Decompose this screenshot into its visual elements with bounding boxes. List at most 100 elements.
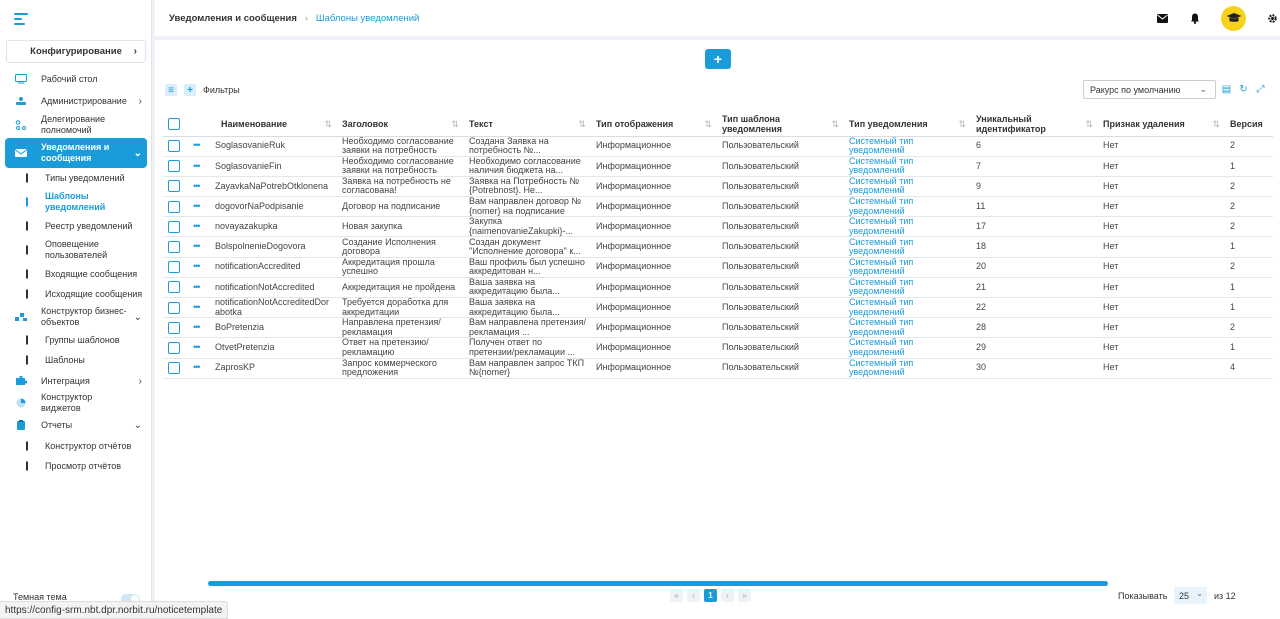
sidebar-item-administration[interactable]: Администрирование › [0,90,152,112]
first-page-button[interactable]: « [670,589,683,602]
more-actions-icon[interactable]: ••• [193,140,201,151]
table-row[interactable]: ••• ZaprosKP Запрос коммерческого предложе… [163,358,1273,379]
column-header-version[interactable]: Версия [1226,112,1273,137]
sort-icon[interactable]: ⇅ [451,119,459,129]
sort-icon[interactable]: ⇅ [704,119,712,129]
notification-type-value[interactable]: Системный тип уведомлений [849,278,968,297]
column-header-display-type[interactable]: Тип отображения ⇅ [592,112,718,137]
row-checkbox[interactable] [168,180,180,193]
sidebar-item-integration[interactable]: Интеграция › [0,370,152,392]
sort-icon[interactable]: ⇅ [1085,119,1093,129]
mail-icon[interactable] [1156,12,1168,24]
page-button-current[interactable]: 1 [704,589,717,602]
column-header-notification-type[interactable]: Тип уведомления ⇅ [845,112,972,137]
table-row[interactable]: ••• BolspolnenieDogovora Создание Исполнен… [163,236,1273,258]
horizontal-scrollbar[interactable] [208,581,1108,586]
last-page-button[interactable]: » [738,589,751,602]
sort-icon[interactable]: ⇅ [1212,119,1220,129]
columns-list-icon[interactable]: ≡ [165,84,177,96]
avatar[interactable] [1221,5,1246,31]
sort-icon[interactable]: ⇅ [578,119,586,129]
bell-icon[interactable] [1189,12,1201,24]
sidebar-item-reports[interactable]: Отчеты ⌄ [0,414,152,436]
sub-item-report-view[interactable]: Просмотр отчётов [0,456,152,476]
notification-type-value[interactable]: Системный тип уведомлений [849,338,968,357]
more-actions-icon[interactable]: ••• [193,241,201,252]
column-header-template-type[interactable]: Тип шаблона уведомления ⇅ [718,112,845,137]
sub-item-notification-types[interactable]: Типы уведомлений [0,168,152,188]
filters-label[interactable]: Фильтры [203,85,240,95]
row-checkbox[interactable] [168,200,180,213]
row-checkbox[interactable] [168,220,180,233]
more-actions-icon[interactable]: ••• [193,362,201,373]
row-checkbox[interactable] [168,362,180,375]
notification-type-value[interactable]: Системный тип уведомлений [849,137,968,156]
notification-type-value[interactable]: Системный тип уведомлений [849,157,968,176]
column-header-deleted[interactable]: Признак удаления ⇅ [1099,112,1226,137]
more-actions-icon[interactable]: ••• [193,201,201,211]
sub-item-notification-templates[interactable]: Шаблоны уведомлений [0,188,152,216]
column-header-name[interactable]: Наименование ⇅ [211,112,338,137]
table-row[interactable]: ••• SoglasovanieFin Необходимо согласовани… [163,156,1273,177]
sidebar-item-bo-constructor[interactable]: Конструктор бизнес-объектов ⌄ [0,304,152,330]
refresh-icon[interactable]: ↻ [1238,84,1249,95]
breadcrumb-parent[interactable]: Уведомления и сообщения [169,13,297,24]
row-checkbox[interactable] [168,321,180,334]
notification-type-value[interactable]: Системный тип уведомлений [849,298,968,317]
more-actions-icon[interactable]: ••• [193,261,201,272]
add-button[interactable]: + [705,49,731,69]
prev-page-button[interactable]: ‹ [687,589,700,602]
notification-type-value[interactable]: Системный тип уведомлений [849,197,968,216]
table-row[interactable]: ••• ZayavkaNaPotrebOtklonena Заявка на пот… [163,176,1273,198]
row-checkbox[interactable] [168,281,180,294]
page-size-select[interactable]: 25 ⌄ [1174,587,1207,604]
notification-type-value[interactable]: Системный тип уведомлений [849,318,968,337]
sidebar-item-notifications[interactable]: Уведомления и сообщения ⌄ [5,138,147,168]
table-row[interactable]: ••• dogovorNaPodpisanie Договор на подписа… [163,196,1273,218]
more-actions-icon[interactable]: ••• [193,342,201,352]
gear-icon[interactable] [1266,12,1278,24]
sub-item-templates[interactable]: Шаблоны [0,350,152,370]
select-all-checkbox[interactable] [168,117,180,130]
add-filter-icon[interactable]: + [184,84,196,96]
row-checkbox[interactable] [168,301,180,314]
column-header-text[interactable]: Текст ⇅ [465,112,592,137]
view-select[interactable]: Ракурс по умолчанию ⌄ [1083,80,1216,99]
table-row[interactable]: ••• BoPretenzia Направлена претензия/рекла… [163,317,1273,339]
more-actions-icon[interactable]: ••• [193,282,201,292]
row-checkbox[interactable] [168,241,180,254]
more-actions-icon[interactable]: ••• [193,302,201,312]
notification-type-value[interactable]: Системный тип уведомлений [849,359,968,378]
sidebar-item-delegation[interactable]: Делегирование полномочий [0,112,152,138]
configure-button[interactable]: Конфигурирование › [6,40,146,63]
more-actions-icon[interactable]: ••• [193,181,201,191]
sidebar-item-desktop[interactable]: Рабочий стол [0,68,152,90]
more-actions-icon[interactable]: ••• [193,221,201,231]
save-view-icon[interactable]: ▤ [1221,84,1232,95]
more-actions-icon[interactable]: ••• [193,161,201,171]
row-checkbox[interactable] [168,160,180,173]
expand-icon[interactable]: ⤢ [1255,84,1266,95]
notification-type-value[interactable]: Системный тип уведомлений [849,217,968,236]
sort-icon[interactable]: ⇅ [324,119,332,129]
menu-logo-icon[interactable] [14,13,28,25]
sidebar-item-widget-constructor[interactable]: Конструктор виджетов [0,392,152,414]
sub-item-outgoing[interactable]: Исходящие сообщения [0,284,152,304]
notification-type-value[interactable]: Системный тип уведомлений [849,177,968,196]
table-row[interactable]: ••• notificationNotAccreditedDorabotka Тре… [163,297,1273,319]
sub-item-incoming[interactable]: Входящие сообщения [0,264,152,284]
row-checkbox[interactable] [168,341,180,354]
notification-type-value[interactable]: Системный тип уведомлений [849,238,968,257]
sub-item-notification-registry[interactable]: Реестр уведомлений [0,216,152,236]
sort-icon[interactable]: ⇅ [831,119,839,129]
table-row[interactable]: ••• SoglasovanieRuk Необходимо согласовани… [163,136,1273,157]
table-row[interactable]: ••• OtvetPretenzia Ответ на претензию/рекл… [163,337,1273,359]
sub-item-user-alerts[interactable]: Оповещение пользователей [0,236,152,264]
sub-item-report-constructor[interactable]: Конструктор отчётов [0,436,152,456]
table-row[interactable]: ••• notificationNotAccredited Аккредитация… [163,277,1273,299]
sort-icon[interactable]: ⇅ [958,119,966,129]
notification-type-value[interactable]: Системный тип уведомлений [849,258,968,277]
column-header-title[interactable]: Заголовок ⇅ [338,112,465,137]
table-row[interactable]: ••• notificationAccredited Аккредитация пр… [163,257,1273,278]
next-page-button[interactable]: › [721,589,734,602]
